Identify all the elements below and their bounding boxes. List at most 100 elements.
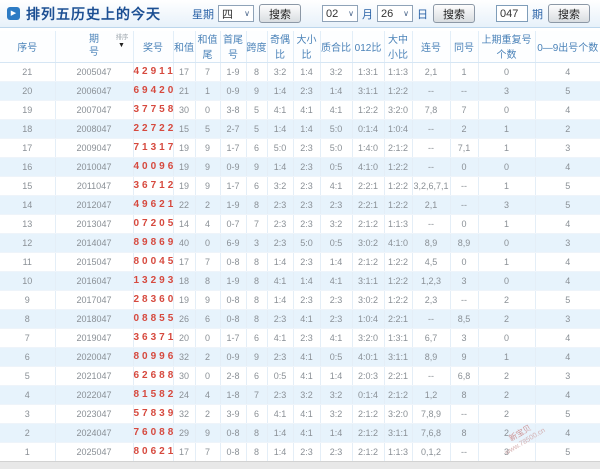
cell-first-last: 3-8 bbox=[220, 100, 247, 120]
cell-big-small: 1:4 bbox=[293, 119, 321, 139]
cell-prime-comp: 0:5 bbox=[320, 347, 353, 367]
cell-seq: 6 bbox=[0, 347, 56, 367]
cell-consecutive: 2,1 bbox=[412, 195, 451, 215]
cell-sum: 19 bbox=[173, 176, 196, 196]
cell-first-last: 6-9 bbox=[220, 233, 247, 253]
date-search-button[interactable]: 搜索 bbox=[433, 4, 475, 23]
cell-big-mid-small: 1:2:2 bbox=[384, 195, 413, 215]
column-header-sum: 和值 bbox=[173, 31, 196, 63]
cell-issue: 2020047 bbox=[55, 347, 134, 367]
cell-sum-tail: 0 bbox=[195, 233, 221, 253]
cell-seq: 7 bbox=[0, 328, 56, 348]
cell-span: 8 bbox=[246, 252, 268, 272]
cell-big-small: 5:0 bbox=[293, 233, 321, 253]
table-row: 16 2010047 40096 19 9 0-9 9 1:4 2:3 0:5 4:1:0 1:2:2… bbox=[0, 157, 600, 177]
cell-issue: 2013047 bbox=[55, 214, 134, 234]
column-header-span: 跨度 bbox=[246, 31, 268, 63]
column-header-odd-even: 奇偶比 bbox=[267, 31, 294, 63]
cell-sum: 19 bbox=[173, 290, 196, 310]
cell-sum: 32 bbox=[173, 347, 196, 367]
cell-first-last: 0-8 bbox=[220, 423, 247, 443]
day-select[interactable]: 26 ∨ bbox=[377, 5, 413, 22]
cell-digit-count: 5 bbox=[535, 81, 600, 101]
cell-prize: 42911 bbox=[133, 62, 174, 82]
cell-issue: 2012047 bbox=[55, 195, 134, 215]
cell-consecutive: -- bbox=[412, 157, 451, 177]
cell-sum: 24 bbox=[173, 385, 196, 405]
day-select-value: 26 bbox=[381, 7, 394, 20]
cell-seq: 11 bbox=[0, 252, 56, 272]
column-header-zero-one-two: 012比 bbox=[352, 31, 385, 63]
cell-span: 8 bbox=[246, 290, 268, 310]
cell-issue: 2025047 bbox=[55, 442, 134, 462]
cell-consecutive: 7,6,8 bbox=[412, 423, 451, 443]
cell-zero-one-two: 3:0:2 bbox=[352, 290, 385, 310]
cell-zero-one-two: 2:1:2 bbox=[352, 442, 385, 462]
cell-repeat-prev: 3 bbox=[478, 442, 536, 462]
cell-same: 8 bbox=[450, 423, 479, 443]
cell-sum: 40 bbox=[173, 233, 196, 253]
week-search-button[interactable]: 搜索 bbox=[259, 4, 301, 23]
cell-digit-count: 3 bbox=[535, 309, 600, 329]
cell-span: 8 bbox=[246, 271, 268, 291]
cell-span: 8 bbox=[246, 309, 268, 329]
cell-same: -- bbox=[450, 404, 479, 424]
cell-sum: 32 bbox=[173, 404, 196, 424]
cell-digit-count: 4 bbox=[535, 423, 600, 443]
cell-big-mid-small: 1:2:2 bbox=[384, 252, 413, 272]
issue-input[interactable] bbox=[496, 5, 528, 22]
cell-sum-tail: 0 bbox=[195, 100, 221, 120]
table-row: 4 2022047 81582 24 4 1-8 7 2:3 3:2 3:2 0:1:4 2:1:2 1… bbox=[0, 385, 600, 405]
cell-big-mid-small: 2:1:2 bbox=[384, 385, 413, 405]
cell-prize: 80621 bbox=[133, 442, 174, 462]
cell-sum: 22 bbox=[173, 195, 196, 215]
cell-issue: 2010047 bbox=[55, 157, 134, 177]
cell-digit-count: 4 bbox=[535, 157, 600, 177]
cell-consecutive: -- bbox=[412, 309, 451, 329]
cell-same: 0 bbox=[450, 157, 479, 177]
week-select[interactable]: 四 ∨ bbox=[218, 5, 254, 22]
cell-prime-comp: 1:4 bbox=[320, 366, 353, 386]
cell-same: 3 bbox=[450, 271, 479, 291]
issue-search-button[interactable]: 搜索 bbox=[548, 4, 590, 23]
issue-label: 期 bbox=[532, 8, 543, 21]
cell-big-small: 4:1 bbox=[293, 366, 321, 386]
cell-digit-count: 5 bbox=[535, 404, 600, 424]
cell-consecutive: -- bbox=[412, 214, 451, 234]
chevron-down-icon: ∨ bbox=[403, 9, 409, 18]
cell-prime-comp: 2:3 bbox=[320, 195, 353, 215]
cell-repeat-prev: 1 bbox=[478, 252, 536, 272]
cell-odd-even: 2:3 bbox=[267, 347, 294, 367]
cell-prime-comp: 4:1 bbox=[320, 100, 353, 120]
column-header-sum-tail: 和值尾 bbox=[195, 31, 221, 63]
cell-sum-tail: 9 bbox=[195, 176, 221, 196]
chevron-down-icon: ∨ bbox=[244, 9, 250, 18]
cell-issue: 2022047 bbox=[55, 385, 134, 405]
cell-repeat-prev: 0 bbox=[478, 233, 536, 253]
cell-big-small: 4:1 bbox=[293, 404, 321, 424]
cell-prize: 71317 bbox=[133, 138, 174, 158]
cell-prime-comp: 3:2 bbox=[320, 214, 353, 234]
cell-zero-one-two: 3:1:1 bbox=[352, 271, 385, 291]
cell-odd-even: 2:3 bbox=[267, 309, 294, 329]
table-row: 11 2015047 80045 17 7 0-8 8 1:4 2:3 1:4 2:1:2 1:2:2… bbox=[0, 252, 600, 272]
cell-seq: 12 bbox=[0, 233, 56, 253]
cell-repeat-prev: 1 bbox=[478, 119, 536, 139]
cell-span: 9 bbox=[246, 157, 268, 177]
table-row: 6 2020047 80996 32 2 0-9 9 2:3 4:1 0:5 4:0:1 3:1:1 8… bbox=[0, 347, 600, 367]
cell-span: 8 bbox=[246, 423, 268, 443]
cell-seq: 18 bbox=[0, 119, 56, 139]
cell-repeat-prev: 2 bbox=[478, 366, 536, 386]
cell-odd-even: 1:4 bbox=[267, 157, 294, 177]
cell-sum-tail: 2 bbox=[195, 404, 221, 424]
cell-big-mid-small: 1:0:4 bbox=[384, 119, 413, 139]
month-select[interactable]: 02 ∨ bbox=[322, 5, 358, 22]
cell-seq: 17 bbox=[0, 138, 56, 158]
table-row: 10 2016047 13293 18 8 1-9 8 4:1 1:4 4:1 3:1:1 1:2:2… bbox=[0, 271, 600, 291]
month-label: 月 bbox=[362, 8, 373, 21]
cell-big-small: 3:2 bbox=[293, 385, 321, 405]
cell-prime-comp: 4:1 bbox=[320, 328, 353, 348]
cell-sum-tail: 9 bbox=[195, 157, 221, 177]
sort-control[interactable]: 排序 ▼ bbox=[115, 34, 129, 49]
table-row: 18 2008047 22722 15 5 2-7 5 1:4 1:4 5:0 0:1:4 1:0:4… bbox=[0, 119, 600, 139]
